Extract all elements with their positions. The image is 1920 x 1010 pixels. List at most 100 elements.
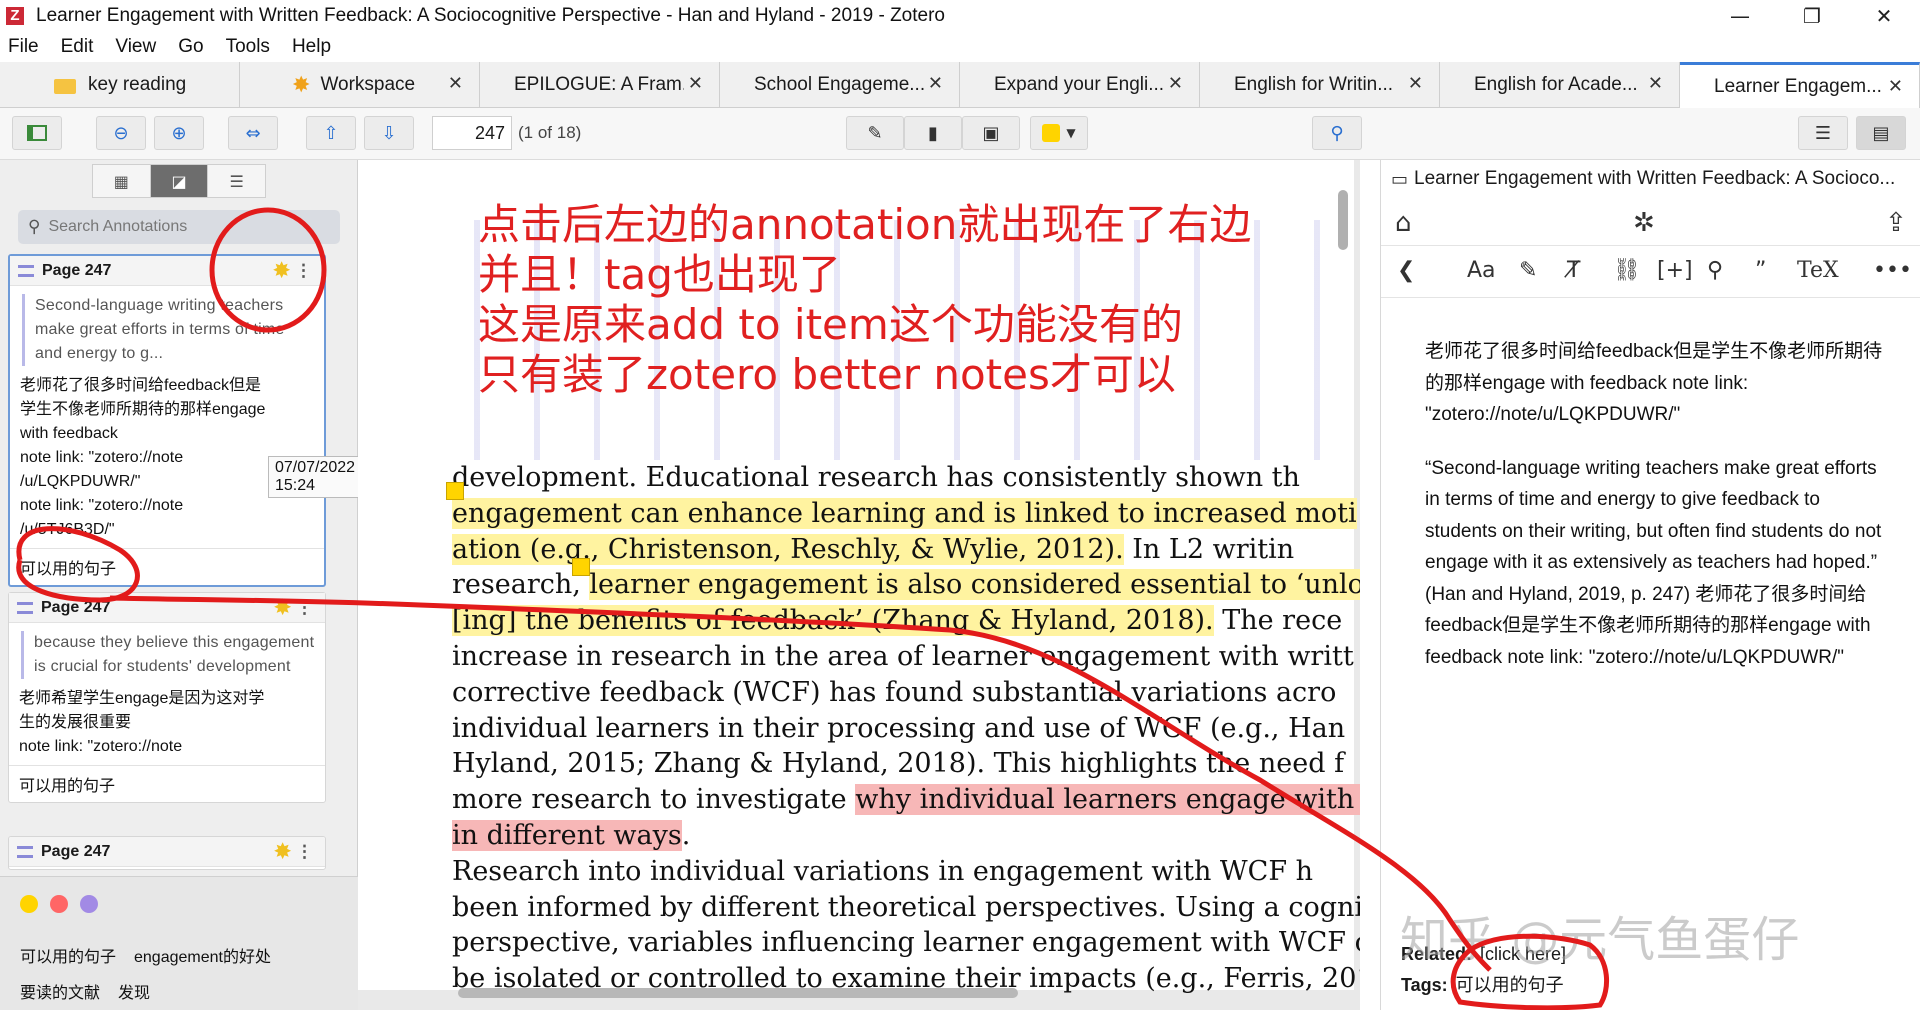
sidebar-toggle-button[interactable] [12, 116, 62, 150]
zoom-out-button[interactable]: ⊖ [96, 116, 146, 150]
text-run: development. Educational research has co… [452, 462, 1300, 493]
menu-tools[interactable]: Tools [226, 36, 270, 58]
more-options-icon[interactable]: ⋮ [295, 261, 312, 281]
color-filter-purple[interactable] [80, 895, 98, 913]
back-icon[interactable]: ❮ [1397, 258, 1415, 283]
text-run: . [681, 819, 691, 851]
annotation-header: Page 247 ✸ ⋮ [9, 593, 325, 623]
yellow-highlight[interactable]: [ing] the benefits of feedback’ (Zhang &… [452, 605, 1214, 637]
tex-icon[interactable]: TeX [1797, 258, 1839, 283]
note-marker-icon[interactable] [572, 558, 590, 576]
tab-epilogue[interactable]: EPILOGUE: A Fram... ✕ [480, 62, 720, 108]
annotations-view-button[interactable]: ◪ [150, 165, 209, 197]
menu-go[interactable]: Go [178, 36, 203, 58]
annotation-search-input[interactable]: ⚲ Search Annotations [18, 210, 340, 244]
notes-pane-button[interactable]: ▤ [1856, 116, 1906, 150]
filter-tag[interactable]: 要读的文献 [20, 979, 100, 1003]
text-format-icon[interactable]: Aa [1467, 258, 1496, 283]
annotation-comment[interactable]: 老师希望学生engage是因为这对学 生的发展很重要 note link: "z… [9, 687, 325, 759]
annotation-tags[interactable]: 可以用的句子 [9, 765, 325, 802]
note-tool-button[interactable]: ▮ [904, 116, 962, 150]
filter-tag[interactable]: 可以用的句子 [20, 943, 116, 967]
text-run: In L2 writin [1123, 533, 1295, 565]
annotation-card[interactable]: Page 247 ✸ ⋮ Second-language writing tea… [8, 254, 326, 587]
tab-label: English for Acade... [1474, 74, 1638, 95]
close-icon[interactable]: ✕ [1408, 73, 1423, 94]
more-options-icon[interactable]: ⋮ [296, 842, 313, 862]
tab-english-writing[interactable]: English for Writin... ✕ [1200, 62, 1440, 108]
tab-workspace[interactable]: ✸ Workspace ✕ [240, 62, 480, 108]
comment-line: /u/5TJ6B3D/" [20, 521, 115, 538]
annotation-quote: because they believe this engagement is … [21, 631, 315, 679]
pdf-text-line: engagement can enhance learning and is l… [452, 496, 1357, 532]
note-editor[interactable]: 老师花了很多时间给feedback但是学生不像老师所期待的那样engage wi… [1425, 336, 1885, 695]
close-icon[interactable]: ✕ [1168, 73, 1183, 94]
highlight-color-icon[interactable]: ✎ [1519, 258, 1537, 283]
next-page-button[interactable]: ⇩ [364, 116, 414, 150]
page-number-input[interactable]: 247 [432, 116, 512, 150]
horizontal-scrollbar[interactable] [458, 988, 1018, 998]
yellow-highlight[interactable]: learner engagement is also considered es… [589, 569, 1360, 601]
close-icon[interactable]: ✕ [448, 73, 463, 94]
pdf-viewer[interactable]: development. Educational research has co… [358, 160, 1360, 1010]
close-icon[interactable]: ✕ [688, 73, 703, 94]
export-icon[interactable]: ⇪ [1885, 208, 1907, 238]
highlight-tool-button[interactable]: ✎ [846, 116, 904, 150]
note-marker-icon[interactable] [446, 482, 464, 500]
menu-help[interactable]: Help [292, 36, 331, 58]
filter-tag[interactable]: 发现 [118, 979, 150, 1003]
zoom-out-icon: ⊖ [113, 122, 129, 144]
menu-file[interactable]: File [8, 36, 39, 58]
more-icon[interactable]: ••• [1873, 258, 1912, 283]
more-options-icon[interactable]: ⋮ [296, 598, 313, 618]
quote-icon[interactable]: ” [1755, 258, 1766, 283]
fit-width-button[interactable]: ⇔ [228, 116, 278, 150]
tab-learner-engagement[interactable]: Learner Engagem... ✕ [1680, 62, 1920, 108]
close-icon[interactable]: ✕ [928, 73, 943, 94]
menu-view[interactable]: View [115, 36, 156, 58]
close-icon[interactable]: ✕ [1888, 76, 1903, 97]
red-highlight[interactable]: why individual learners engage with WC [855, 784, 1360, 816]
outline-view-button[interactable]: ☰ [208, 165, 265, 197]
thumbnails-view-button[interactable]: ▦ [93, 165, 151, 197]
minimize-button[interactable]: — [1704, 0, 1776, 32]
sidebar-toggle-icon [27, 125, 47, 141]
filter-tag[interactable]: engagement的好处 [134, 943, 271, 967]
mind-map-icon[interactable]: ✲ [1633, 208, 1655, 238]
text-run: Hyland, 2015; Zhang & Hyland, 2018). Thi… [452, 748, 1345, 780]
annotation-card[interactable]: Page 247 ✸ ⋮ because they believe this e… [8, 592, 326, 803]
vertical-scrollbar[interactable] [1338, 190, 1348, 250]
color-filter-red[interactable] [50, 895, 68, 913]
note-tag[interactable]: 可以用的句子 [1456, 975, 1564, 995]
find-button[interactable]: ⚲ [1312, 116, 1362, 150]
tab-school-engagement[interactable]: School Engageme... ✕ [720, 62, 960, 108]
close-icon[interactable]: ✕ [1648, 73, 1663, 94]
menu-edit[interactable]: Edit [61, 36, 94, 58]
annotation-tags[interactable]: 可以用的句子 [10, 548, 324, 585]
color-picker-button[interactable]: ▼ [1030, 116, 1088, 150]
tab-label: School Engageme... [754, 74, 924, 95]
annotation-card[interactable]: Page 247 ✸ ⋮ [8, 836, 326, 870]
grid-icon: ▦ [113, 171, 129, 191]
outline-button[interactable]: ☰ [1798, 116, 1848, 150]
insert-citation-icon[interactable]: [+] [1657, 258, 1693, 283]
tab-label: Expand your Engli... [994, 74, 1164, 95]
home-icon[interactable]: ⌂ [1395, 208, 1412, 238]
clear-format-icon[interactable]: T̸ [1567, 258, 1580, 283]
prev-page-button[interactable]: ⇧ [306, 116, 356, 150]
area-tool-button[interactable]: ▣ [962, 116, 1020, 150]
yellow-highlight[interactable]: ation (e.g., Christenson, Reschly, & Wyl… [452, 533, 1124, 565]
search-icon[interactable]: ⚲ [1707, 258, 1723, 283]
text-run: been informed by different theoretical p… [452, 891, 1360, 923]
tab-english-academic[interactable]: English for Acade... ✕ [1440, 62, 1680, 108]
yellow-highlight[interactable]: engagement can enhance learning and is l… [452, 497, 1357, 529]
window-controls: — ❐ ✕ [1704, 0, 1920, 32]
link-icon[interactable]: ⛓ [1613, 258, 1641, 283]
red-highlight[interactable]: in different ways [452, 819, 682, 851]
maximize-button[interactable]: ❐ [1776, 0, 1848, 32]
tab-key-reading[interactable]: key reading [0, 62, 240, 108]
close-window-button[interactable]: ✕ [1848, 0, 1920, 32]
color-filter-yellow[interactable] [20, 895, 38, 913]
zoom-in-button[interactable]: ⊕ [154, 116, 204, 150]
tab-expand-english[interactable]: Expand your Engli... ✕ [960, 62, 1200, 108]
